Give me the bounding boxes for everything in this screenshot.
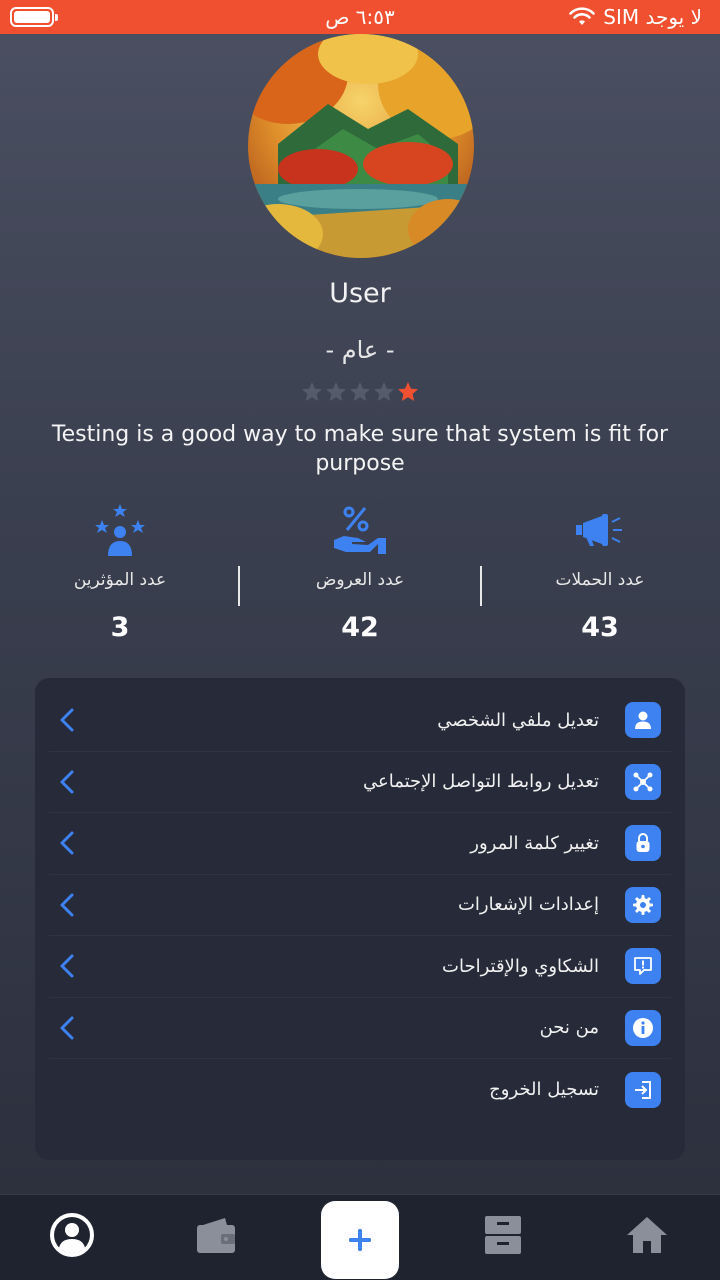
lock-icon [636, 833, 650, 853]
user-name: User [329, 278, 391, 309]
menu-item-logout[interactable]: تسجيل الخروج [49, 1059, 671, 1121]
chevron-left-icon [60, 708, 74, 732]
chevron-left-icon [60, 1016, 74, 1040]
user-bio: Testing is a good way to make sure that … [51, 422, 669, 476]
star-empty-icon [326, 382, 346, 401]
menu-item-label: من نحن [539, 1017, 599, 1039]
gear-icon [633, 894, 653, 915]
menu-item-edit-profile[interactable]: تعديل ملفي الشخصي [49, 690, 671, 752]
feedback-icon [634, 957, 652, 976]
archive-icon [485, 1216, 521, 1254]
menu-item-label: تسجيل الخروج [489, 1079, 599, 1101]
tab-profile[interactable] [42, 1205, 102, 1265]
chevron-left-icon [60, 770, 74, 794]
menu-item-label: تعديل ملفي الشخصي [437, 709, 599, 731]
menu-item-about-us[interactable]: من نحن [49, 998, 671, 1059]
menu-item-label: تعديل روابط التواصل الإجتماعي [362, 771, 599, 793]
menu-item-label: إعدادات الإشعارات [457, 894, 599, 916]
chevron-left-icon [60, 831, 74, 855]
wallet-icon [197, 1218, 235, 1253]
user-icon [635, 711, 651, 730]
stat-label: عدد العروض [315, 570, 405, 590]
menu-item-social-links[interactable]: تعديل روابط التواصل الإجتماعي [49, 752, 671, 813]
megaphone-icon [576, 514, 622, 546]
stat-label: عدد الحملات [555, 570, 645, 590]
add-icon [349, 1229, 371, 1251]
home-icon [627, 1217, 667, 1253]
stat-value: 43 [581, 612, 619, 643]
avatar[interactable] [248, 34, 474, 258]
chevron-left-icon [60, 954, 74, 978]
status-bar: ٦:٥٣ ص لا يوجد SIM [0, 0, 720, 34]
logout-icon [635, 1080, 651, 1099]
menu-item-label: الشكاوي والإقتراحات [442, 955, 599, 977]
settings-menu: تعديل ملفي الشخصي تعديل روابط التواصل ال… [35, 678, 685, 1160]
menu-item-label: تغيير كلمة المرور [470, 832, 599, 854]
star-filled-icon [398, 382, 418, 401]
add-button[interactable] [321, 1201, 399, 1279]
network-icon [633, 772, 653, 792]
status-time: ٦:٥٣ ص [325, 5, 395, 29]
stat-influencers[interactable]: عدد المؤثرين 3 [0, 500, 240, 643]
star-empty-icon [302, 382, 322, 401]
stat-divider [480, 566, 482, 606]
stat-value: 42 [341, 612, 379, 643]
profile-icon [50, 1213, 94, 1257]
menu-item-complaints[interactable]: الشكاوي والإقتراحات [49, 936, 671, 998]
info-icon [633, 1017, 653, 1038]
tab-wallet[interactable] [186, 1205, 246, 1265]
bottom-tab-bar [0, 1194, 720, 1280]
avatar-image [248, 34, 474, 258]
influencers-icon [95, 504, 145, 556]
rating-stars [300, 380, 420, 406]
stat-offers[interactable]: عدد العروض 42 [240, 500, 480, 643]
stat-label: عدد المؤثرين [73, 570, 167, 590]
stat-value: 3 [110, 612, 130, 643]
tab-archive[interactable] [473, 1205, 533, 1265]
stat-campaigns[interactable]: عدد الحملات 43 [480, 500, 720, 643]
star-empty-icon [374, 382, 394, 401]
star-empty-icon [350, 382, 370, 401]
stats-row: عدد الحملات 43 عدد العروض 42 عدد المؤثري… [0, 500, 720, 650]
menu-item-change-password[interactable]: تغيير كلمة المرور [49, 813, 671, 875]
tab-home[interactable] [617, 1205, 677, 1265]
chevron-left-icon [60, 893, 74, 917]
percent-hand-icon [334, 506, 386, 554]
menu-item-notification-settings[interactable]: إعدادات الإشعارات [49, 875, 671, 936]
user-type: - عام - [325, 336, 395, 364]
